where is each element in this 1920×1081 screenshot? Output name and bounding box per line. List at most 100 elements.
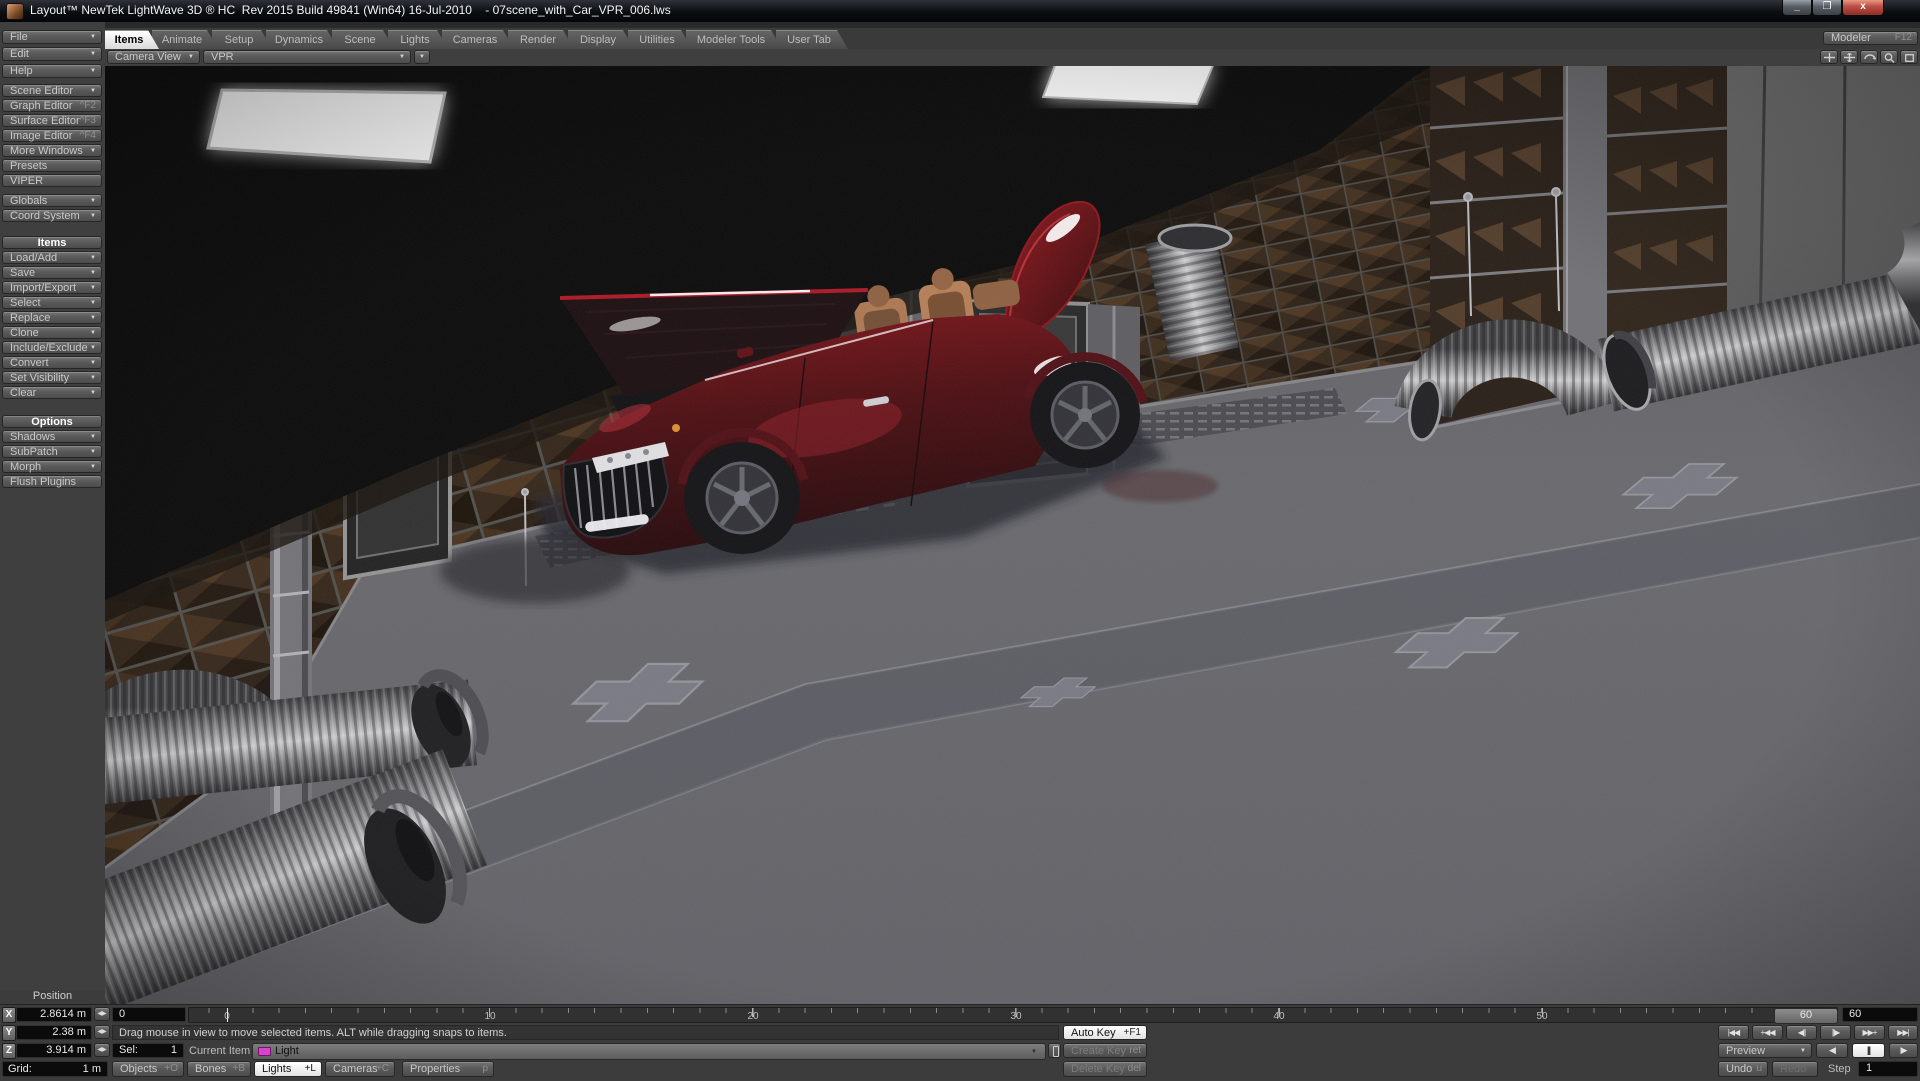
sidebar-item-import-export[interactable]: Import/Export▼ <box>2 281 102 294</box>
sidebar-item-viper[interactable]: VIPER <box>2 174 102 187</box>
sidebar-item-presets[interactable]: Presets <box>2 159 102 172</box>
x-value-field[interactable]: 2.8614 m <box>16 1007 92 1022</box>
sidebar-item-load-add[interactable]: Load/Add▼ <box>2 251 102 264</box>
magnifier-icon <box>1884 53 1895 63</box>
z-stepper[interactable]: ◀▶ <box>94 1043 110 1057</box>
frame-slider-handle[interactable]: 60 <box>1774 1008 1838 1024</box>
edit-menu[interactable]: Edit▼ <box>2 47 102 61</box>
bones-mode-button[interactable]: Bones+B <box>187 1061 251 1077</box>
objects-mode-button[interactable]: Objects+O <box>112 1061 184 1077</box>
y-value-field[interactable]: 2.38 m <box>16 1025 92 1040</box>
edit-menu-label: Edit <box>10 48 29 60</box>
sidebar-item-clear[interactable]: Clear▼ <box>2 386 102 399</box>
current-item-dropdown[interactable]: Light ▼ <box>252 1043 1046 1060</box>
redo-button[interactable]: Redo <box>1772 1061 1818 1077</box>
properties-button[interactable]: Propertiesp <box>402 1061 494 1077</box>
help-menu[interactable]: Help▼ <box>2 64 102 78</box>
y-axis-button[interactable]: Y <box>2 1025 16 1041</box>
tab-scene[interactable]: Scene <box>332 30 394 49</box>
current-frame-field[interactable]: 0 <box>112 1007 186 1022</box>
tab-lights[interactable]: Lights <box>388 30 448 49</box>
sidebar-item-morph[interactable]: Morph▼ <box>2 460 102 473</box>
timeline-ruler[interactable]: 0 10 20 30 40 50 60 <box>188 1007 1838 1023</box>
sidebar-item-image-editor[interactable]: Image Editor^F4 <box>2 129 102 142</box>
bottom-panel: X 2.8614 m ◀▶ 0 0 10 20 30 40 50 60 60 Y… <box>0 1004 1920 1081</box>
render-mode-dropdown[interactable]: VPR ▼ <box>203 50 411 64</box>
maximize-viewport-button[interactable] <box>1900 50 1918 64</box>
restore-button[interactable]: ❐ <box>1812 0 1842 16</box>
sidebar-item-replace[interactable]: Replace▼ <box>2 311 102 324</box>
file-menu[interactable]: File▼ <box>2 30 102 44</box>
pause-button[interactable]: || <box>1852 1043 1885 1058</box>
last-frame-field[interactable]: 60 <box>1842 1007 1918 1022</box>
prev-key-button[interactable]: +◀◀ <box>1752 1025 1783 1040</box>
chevron-down-icon: ▼ <box>90 372 96 384</box>
go-last-frame-button[interactable]: ▶▶| <box>1888 1025 1918 1040</box>
x-axis-button[interactable]: X <box>2 1007 16 1023</box>
sidebar-item-subpatch[interactable]: SubPatch▼ <box>2 445 102 458</box>
chevron-down-icon: ▼ <box>90 312 96 324</box>
tab-display[interactable]: Display <box>568 30 634 49</box>
y-stepper[interactable]: ◀▶ <box>94 1025 110 1039</box>
z-axis-button[interactable]: Z <box>2 1043 16 1059</box>
cameras-mode-button[interactable]: Cameras+C <box>325 1061 395 1077</box>
view-mode-dropdown[interactable]: Camera View ▼ <box>107 50 200 64</box>
sidebar-item-coord-system[interactable]: Coord System▼ <box>2 209 102 222</box>
view-mode-label: Camera View <box>115 51 181 63</box>
sidebar-item-more-windows[interactable]: More Windows▼ <box>2 144 102 157</box>
next-frame-button[interactable]: ||▶ <box>1820 1025 1851 1040</box>
chevron-down-icon: ▼ <box>90 195 96 207</box>
chevron-down-icon: ▼ <box>399 51 405 63</box>
tick-label: 10 <box>484 1011 495 1022</box>
next-key-button[interactable]: ▶▶+ <box>1854 1025 1885 1040</box>
zoom-view-button[interactable] <box>1880 50 1898 64</box>
tab-render[interactable]: Render <box>508 30 574 49</box>
sidebar-item-select[interactable]: Select▼ <box>2 296 102 309</box>
sidebar-item-include-exclude[interactable]: Include/Exclude▼ <box>2 341 102 354</box>
modeler-launch-button[interactable]: Modeler F12 <box>1823 31 1918 45</box>
tab-items[interactable]: Items <box>105 30 159 49</box>
play-button[interactable]: ▶ <box>1889 1043 1918 1058</box>
tab-cameras[interactable]: Cameras <box>442 30 514 49</box>
minimize-button[interactable]: _ <box>1782 0 1812 16</box>
tab-utilities[interactable]: Utilities <box>628 30 692 49</box>
sidebar-item-scene-editor[interactable]: Scene Editor▼ <box>2 84 102 97</box>
prev-frame-button[interactable]: ◀|| <box>1786 1025 1817 1040</box>
tab-dynamics[interactable]: Dynamics <box>266 30 338 49</box>
sidebar-item-globals[interactable]: Globals▼ <box>2 194 102 207</box>
x-stepper[interactable]: ◀▶ <box>94 1007 110 1021</box>
tab-user-tab[interactable]: User Tab <box>776 30 848 49</box>
viewport-3d-scene[interactable] <box>105 66 1920 1004</box>
sidebar-item-set-visibility[interactable]: Set Visibility▼ <box>2 371 102 384</box>
viewport-options-dropdown[interactable]: ▼ <box>414 50 430 64</box>
play-reverse-button[interactable]: ◀ <box>1816 1043 1848 1058</box>
sidebar-item-clone[interactable]: Clone▼ <box>2 326 102 339</box>
auto-key-button[interactable]: Auto Key +F1 <box>1063 1025 1147 1040</box>
rotate-view-button[interactable] <box>1860 50 1878 64</box>
step-label: Step <box>1828 1063 1851 1075</box>
close-button[interactable]: x <box>1842 0 1884 16</box>
tab-setup[interactable]: Setup <box>212 30 272 49</box>
z-value-field[interactable]: 3.914 m <box>16 1043 92 1058</box>
sidebar-item-shadows[interactable]: Shadows▼ <box>2 430 102 443</box>
step-field[interactable]: 1 <box>1858 1061 1918 1077</box>
playhead[interactable] <box>227 1008 228 1022</box>
sidebar-item-flush-plugins[interactable]: Flush Plugins <box>2 475 102 488</box>
item-properties-mini-button[interactable] <box>1048 1043 1061 1058</box>
sidebar-item-graph-editor[interactable]: Graph Editor^F2 <box>2 99 102 112</box>
lights-mode-button[interactable]: Lights+L <box>254 1061 322 1077</box>
pan-view-button[interactable] <box>1840 50 1858 64</box>
sidebar-item-surface-editor[interactable]: Surface Editor^F3 <box>2 114 102 127</box>
center-item-button[interactable] <box>1820 50 1838 64</box>
go-first-frame-button[interactable]: |◀◀ <box>1718 1025 1749 1040</box>
create-key-button[interactable]: Create Key ret <box>1063 1043 1147 1058</box>
preview-dropdown[interactable]: Preview ▼ <box>1718 1043 1812 1058</box>
delete-key-button[interactable]: Delete Key del <box>1063 1061 1147 1077</box>
tab-modeler-tools[interactable]: Modeler Tools <box>686 30 782 49</box>
sidebar-item-save[interactable]: Save▼ <box>2 266 102 279</box>
undo-button[interactable]: Undou <box>1718 1061 1768 1077</box>
tab-animate[interactable]: Animate <box>152 30 218 49</box>
sidebar-item-convert[interactable]: Convert▼ <box>2 356 102 369</box>
sidebar-groups: Scene Editor▼ Graph Editor^F2 Surface Ed… <box>0 84 105 490</box>
file-menu-label: File <box>10 31 28 43</box>
